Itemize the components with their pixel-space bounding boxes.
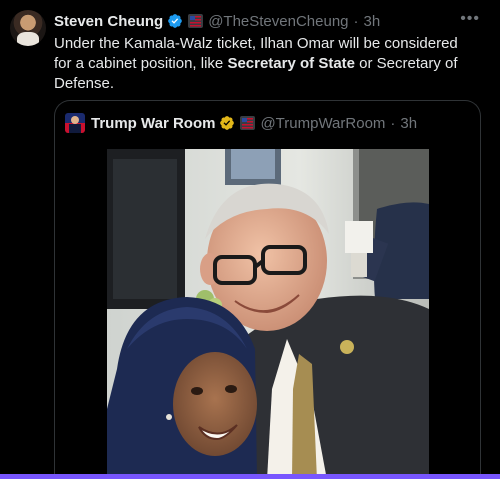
quoted-time-separator: · — [390, 114, 396, 132]
time-separator: · — [353, 12, 359, 30]
tweet[interactable]: Steven Cheung @TheStevenCheung · 3h ••• … — [0, 0, 500, 479]
author-name[interactable]: Steven Cheung — [54, 13, 163, 30]
gold-verified-badge-icon — [220, 116, 235, 130]
tweet-header: Steven Cheung @TheStevenCheung · 3h — [54, 11, 380, 31]
quoted-tweet-photo[interactable] — [107, 149, 429, 479]
quoted-tweet[interactable]: Trump War Room @TrumpWarRoom · 3h — [54, 100, 481, 479]
tweet-time[interactable]: 3h — [364, 13, 381, 30]
tweet-text-bold: Secretary of State — [227, 55, 355, 72]
quoted-author-handle[interactable]: @TrumpWarRoom — [260, 115, 385, 132]
accent-bar — [0, 474, 500, 479]
more-horizontal-icon[interactable]: ••• — [460, 10, 480, 28]
selfie-photo-illustration — [107, 149, 429, 479]
verified-badge-icon — [168, 14, 183, 28]
author-handle[interactable]: @TheStevenCheung — [208, 13, 348, 30]
tweet-text: Under the Kamala-Walz ticket, Ilhan Omar… — [54, 34, 474, 94]
quoted-tweet-header: Trump War Room @TrumpWarRoom · 3h — [65, 113, 417, 133]
author-avatar[interactable] — [10, 10, 46, 46]
flag-icon — [240, 116, 256, 130]
quoted-author-avatar[interactable] — [65, 113, 85, 133]
quoted-author-name[interactable]: Trump War Room — [91, 115, 215, 132]
quoted-tweet-time[interactable]: 3h — [400, 115, 417, 132]
flag-icon — [188, 14, 204, 28]
